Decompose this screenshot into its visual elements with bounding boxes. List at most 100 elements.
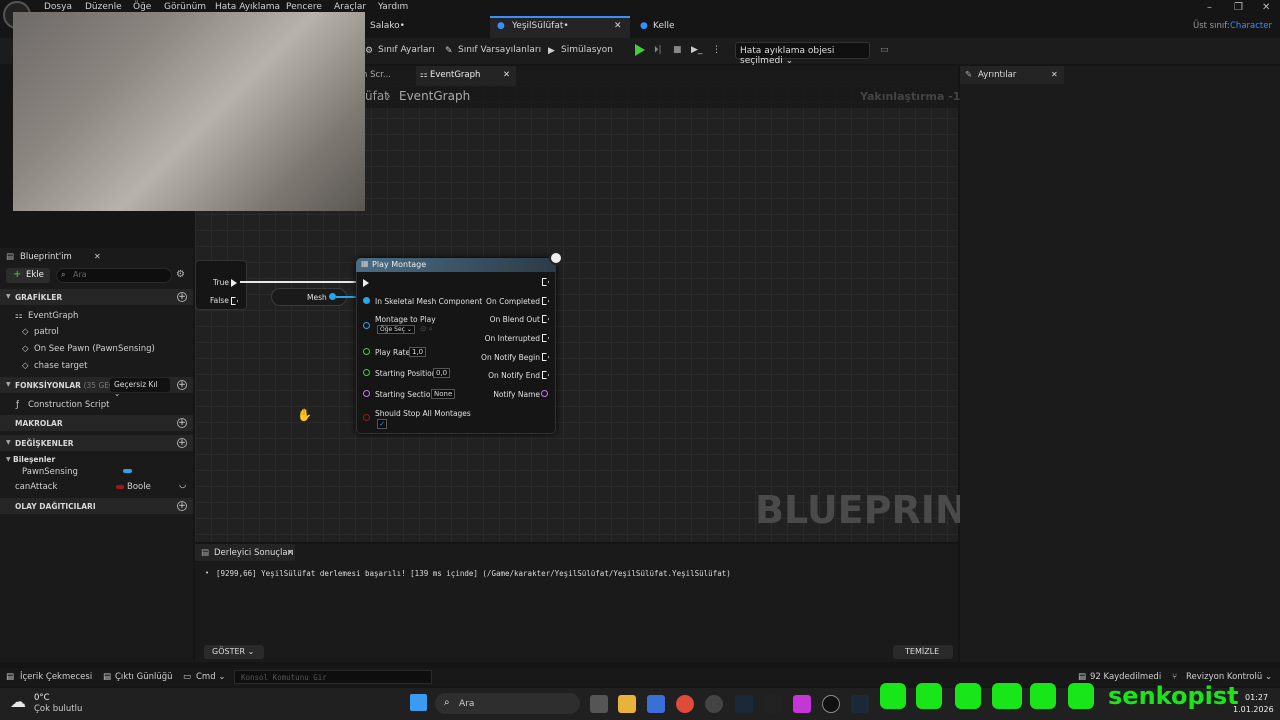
collapse-icon[interactable]: ▼ (6, 456, 11, 463)
starting-section-input[interactable]: None (431, 389, 456, 399)
exec-pin-true[interactable] (231, 279, 237, 287)
tree-construction-script[interactable]: Construction Script (28, 400, 109, 410)
event-diamond-icon: ◇ (22, 344, 29, 354)
browse-asset-icon[interactable]: ⊙ ⌕ (420, 324, 433, 334)
play-rate-pin[interactable] (363, 348, 370, 355)
content-drawer-button[interactable]: İçerik Çekmecesi (20, 672, 92, 682)
console-placeholder: Konsol Komutunu Gir (241, 673, 327, 682)
add-dispatcher-icon[interactable]: + (177, 501, 187, 511)
steam-icon[interactable] (851, 695, 869, 713)
starting-position-input[interactable]: 0,0 (433, 368, 451, 378)
clock-time[interactable]: 01:27 (1245, 693, 1268, 702)
menu-debug[interactable]: Hata Ayıklama (215, 2, 280, 12)
section-macros[interactable]: MAKROLAR (0, 415, 193, 431)
debug-object-select[interactable]: Hata ayıklama objesi seçilmedi ⌄ (735, 42, 870, 66)
simulation-button[interactable]: ▶ Simülasyon (548, 45, 613, 56)
parent-class-link[interactable]: Character (1230, 21, 1272, 31)
add-macro-icon[interactable]: + (177, 418, 187, 428)
skeletal-mesh-pin[interactable] (363, 297, 370, 304)
collapse-icon[interactable]: ▼ (6, 439, 11, 446)
menu-asset[interactable]: Öğe (133, 2, 151, 12)
menu-file[interactable]: Dosya (44, 2, 72, 12)
taskbar-search[interactable] (435, 693, 580, 714)
unreal-engine-icon[interactable] (822, 695, 840, 713)
menu-help[interactable]: Yardım (378, 2, 408, 12)
var-can-attack[interactable]: canAttack (15, 482, 57, 492)
starting-section-pin[interactable] (363, 390, 370, 397)
tab-close-icon[interactable]: ✕ (503, 70, 510, 80)
collapse-icon[interactable]: ▼ (6, 381, 11, 388)
play-icon[interactable] (635, 44, 645, 56)
class-defaults-button[interactable]: ✎ Sınıf Varsayılanları (445, 45, 541, 56)
tab-construction-script[interactable]: n Scr... (362, 70, 391, 80)
step-icon[interactable]: ⏵| (654, 45, 662, 55)
montage-select[interactable]: Öğe Seç ⌄ (377, 325, 415, 334)
tree-event-chase-target[interactable]: chase target (34, 361, 87, 371)
details-close-icon[interactable]: ✕ (1051, 70, 1058, 79)
revision-control-button[interactable]: Revizyon Kontrolü ⌄ (1186, 672, 1272, 682)
panel-close-icon[interactable]: ✕ (94, 252, 101, 261)
cmd-dropdown[interactable]: Cmd ⌄ (196, 672, 225, 682)
montage-pin[interactable] (363, 322, 370, 329)
play-rate-input[interactable]: 1,0 (409, 347, 427, 357)
tree-event-graph[interactable]: EventGraph (28, 311, 78, 321)
menu-tools[interactable]: Araçlar (334, 2, 366, 12)
steam-icon[interactable] (735, 695, 753, 713)
tab-close-icon[interactable]: ✕ (614, 17, 622, 37)
app-icon[interactable] (705, 695, 723, 713)
hand-cursor-icon: ✋ (297, 408, 312, 422)
override-dropdown[interactable]: Geçersiz Kıl ⌄ (110, 378, 170, 398)
epic-games-icon[interactable] (764, 695, 782, 713)
results-close-icon[interactable]: ✕ (287, 548, 294, 557)
section-event-dispatchers[interactable]: OLAY DAĞITICILARI (0, 498, 193, 514)
app-icon[interactable] (793, 695, 811, 713)
tree-event-on-see-pawn[interactable]: On See Pawn (PawnSensing) (34, 344, 155, 354)
play-montage-node[interactable] (356, 258, 556, 434)
clear-button[interactable]: TEMİZLE (893, 645, 953, 659)
settings-gear-icon[interactable]: ⚙ (176, 269, 185, 280)
weather-temp[interactable]: 0°C (34, 693, 50, 703)
add-function-icon[interactable]: + (177, 380, 187, 390)
add-graph-icon[interactable]: + (177, 292, 187, 302)
mesh-output-pin[interactable] (329, 293, 336, 300)
section-variables[interactable]: DEĞİŞKENLER (0, 435, 193, 451)
tree-event-patrol[interactable]: patrol (34, 327, 59, 337)
menu-view[interactable]: Görünüm (164, 2, 206, 12)
tab-kelle[interactable]: Kelle (653, 17, 675, 37)
browse-icon[interactable]: ▭ (880, 45, 889, 55)
chrome-icon[interactable] (676, 695, 694, 713)
add-variable-icon[interactable]: + (177, 438, 187, 448)
unsaved-button[interactable]: 92 Kaydedilmedi (1090, 672, 1161, 682)
exec-in-pin[interactable] (363, 279, 369, 287)
tab-yesilsulufat[interactable]: YeşilSülüfat• (512, 17, 569, 37)
file-explorer-icon[interactable] (618, 695, 636, 713)
close-window-icon[interactable]: ✕ (1262, 2, 1270, 13)
console-input[interactable]: Konsol Komutunu Gir (234, 670, 432, 684)
minimize-icon[interactable]: – (1207, 2, 1212, 13)
task-view-icon[interactable] (590, 695, 608, 713)
gear-icon: ⚙ (365, 46, 374, 56)
collapse-icon[interactable]: ▼ (6, 293, 11, 300)
should-stop-pin[interactable] (363, 414, 370, 421)
output-log-button[interactable]: Çıktı Günlüğü (115, 672, 173, 682)
var-pawn-sensing[interactable]: PawnSensing (22, 467, 78, 477)
more-options-icon[interactable]: ⋮ (712, 45, 721, 55)
windows-start-icon[interactable] (410, 694, 427, 711)
menu-edit[interactable]: Düzenle (85, 2, 122, 12)
tab-eventgraph[interactable]: EventGraph (430, 70, 480, 80)
tab-salako[interactable]: Salako• (370, 17, 405, 37)
notify-name-pin[interactable] (541, 390, 548, 397)
maximize-icon[interactable]: ❐ (1234, 2, 1243, 13)
eye-icon[interactable]: ◡ (179, 480, 186, 490)
menu-window[interactable]: Pencere (286, 2, 322, 12)
eject-icon[interactable]: ▶_ (691, 45, 702, 55)
show-button[interactable]: GÖSTER ⌄ (204, 645, 264, 659)
stop-icon[interactable]: ■ (673, 45, 682, 55)
simulation-icon: ▶ (548, 46, 555, 56)
should-stop-checkbox[interactable]: ✓ (377, 419, 387, 429)
class-settings-button[interactable]: ⚙ Sınıf Ayarları (365, 45, 435, 56)
store-icon[interactable] (647, 695, 665, 713)
section-graphs[interactable]: GRAFİKLER (0, 289, 193, 305)
montage-select-label: Öğe Seç (380, 326, 405, 333)
starting-position-pin[interactable] (363, 369, 370, 376)
